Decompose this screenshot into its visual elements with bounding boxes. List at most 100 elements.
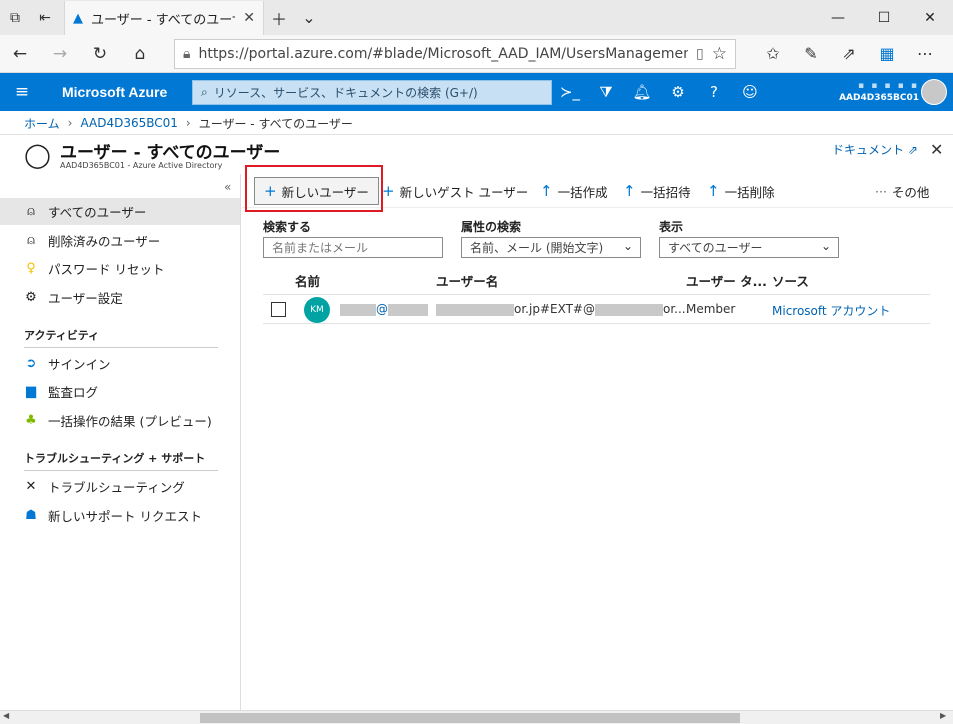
azure-brand[interactable]: Microsoft Azure [44,84,192,100]
url-text: https://portal.azure.com/#blade/Microsof… [198,45,689,62]
help-icon[interactable]: ? [696,83,732,101]
documentation-link[interactable]: ドキュメント ⇗ [832,141,918,158]
refresh-icon[interactable]: ↻ [80,44,120,64]
scroll-right-icon[interactable]: ▶ [940,711,946,720]
audit-log-icon: ▆ [26,384,36,399]
cell-username: or.jp#EXT#@ or.... [436,302,689,316]
favorite-star-icon[interactable]: ☆ [712,44,727,64]
show-label: 表示 [659,220,684,234]
nav-item-label: 一括操作の結果 (プレビュー) [48,414,212,429]
sign-in-icon: ➲ [25,356,37,371]
more-label: その他 [891,184,930,200]
browser-tab[interactable]: ▲ ユーザー - すべてのユーザー - ✕ [64,1,264,35]
nav-item-audit-logs[interactable]: ▆ 監査ログ [0,378,240,405]
nav-item-label: パスワード リセット [48,262,165,277]
nav-item-label: すべてのユーザー [48,205,147,220]
bulk-invite-button[interactable]: ↑ 一括招待 [623,176,691,206]
new-guest-user-button[interactable]: + 新しいゲスト ユーザー [382,176,528,206]
cloud-shell-icon[interactable]: ≻_ [552,83,588,101]
azure-logo-icon: ▲ [73,10,83,26]
external-link-icon: ⇗ [907,143,918,157]
hamburger-menu-icon[interactable]: ≡ [0,82,44,102]
nav-item-password-reset[interactable]: ♀ パスワード リセット [0,255,240,282]
feedback-smiley-icon[interactable]: ☺ [732,83,768,101]
apps-grid-icon[interactable]: ▦ [868,44,906,63]
highlight-box [245,165,383,212]
breadcrumb-tenant[interactable]: AAD4D365BC01 [80,116,177,130]
column-header-username[interactable]: ユーザー名 [436,271,498,290]
nav-group-support: トラブルシューティング + サポート [24,450,218,471]
reading-view-icon[interactable]: ▯ [696,46,704,62]
nav-item-user-settings[interactable]: ⚙ ユーザー設定 [0,284,240,311]
nav-item-all-users[interactable]: ⍝ すべてのユーザー [0,198,240,225]
nav-item-deleted-users[interactable]: ⍝ 削除済みのユーザー [0,227,240,254]
redacted-block [436,303,514,316]
azure-search-placeholder: リソース、サービス、ドキュメントの検索 (G+/) [213,85,478,100]
column-header-name[interactable]: 名前 [295,271,320,290]
tab-close-icon[interactable]: ✕ [243,10,255,26]
home-icon[interactable]: ⌂ [120,44,160,64]
tab-actions-icon[interactable]: ⧉ [0,0,30,35]
username-middle: or.jp#EXT#@ [514,302,595,316]
blade-close-icon[interactable]: ✕ [930,140,943,159]
nav-item-bulk-results[interactable]: ♣ 一括操作の結果 (プレビュー) [0,407,240,434]
bulk-create-button[interactable]: ↑ 一括作成 [540,176,608,206]
user-avatar[interactable] [921,79,947,105]
upload-arrow-icon: ↑ [623,182,636,200]
scroll-left-icon[interactable]: ◀ [3,711,9,720]
notifications-bell-icon[interactable]: 🔔︎ [624,83,660,101]
maximize-icon[interactable]: ☐ [861,0,907,35]
redacted-block [340,303,376,316]
forward-icon[interactable]: → [40,44,80,64]
column-header-source[interactable]: ソース [772,271,809,290]
directory-filter-icon[interactable]: ⧩ [588,83,624,101]
account-info[interactable]: ▪ ▪ ▪ ▪ ▪ AAD4D365BC01 [839,80,919,104]
nav-item-support-request[interactable]: ☗ 新しいサポート リクエスト [0,502,240,529]
account-name-redacted: ▪ ▪ ▪ ▪ ▪ [857,81,919,91]
row-checkbox[interactable] [271,302,286,317]
bulk-create-label: 一括作成 [557,184,608,200]
search-input[interactable]: 名前またはメール [263,237,443,258]
pen-icon[interactable]: ✎ [792,44,830,63]
horizontal-scrollbar[interactable]: ◀ ▶ [0,710,953,724]
back-icon[interactable]: ← [0,44,40,64]
more-button[interactable]: ··· その他 [875,176,929,206]
key-icon: ♀ [26,261,36,276]
new-tab-icon[interactable]: ＋ [264,0,294,35]
tab-list-chevron-icon[interactable]: ⌄ [294,0,324,35]
nav-item-troubleshooting[interactable]: ✕ トラブルシューティング [0,473,240,500]
share-icon[interactable]: ⇗ [830,44,868,63]
azure-search-box[interactable]: ⌕ リソース、サービス、ドキュメントの検索 (G+/) [192,79,552,105]
upload-arrow-icon: ↑ [707,182,720,200]
redacted-block [388,303,428,316]
table-row[interactable]: KM @ or.jp#EXT#@ or.... Member Microsoft … [263,294,930,324]
bulk-delete-button[interactable]: ↑ 一括削除 [707,176,775,206]
search-input-placeholder: 名前またはメール [272,241,369,255]
close-window-icon[interactable]: ✕ [907,0,953,35]
user-row-avatar: KM [304,297,330,323]
window-controls: — ☐ ✕ [815,0,953,35]
column-header-usertype[interactable]: ユーザー タ... [686,271,767,290]
upload-arrow-icon: ↑ [540,182,553,200]
scrollbar-thumb[interactable] [200,713,740,723]
cell-name[interactable]: @ [340,302,428,316]
attribute-search-dropdown[interactable]: 名前、メール (開始文字) ⌄ [461,237,641,258]
minimize-icon[interactable]: — [815,0,861,35]
settings-gear-icon[interactable]: ⚙ [660,83,696,101]
breadcrumb-separator-icon: › [67,116,73,130]
lock-icon: 🔒︎ [183,45,191,62]
more-icon[interactable]: ⋯ [906,44,944,63]
attribute-search-value: 名前、メール (開始文字) [470,241,604,255]
collapse-menu-icon[interactable]: « [224,180,231,194]
favorites-icon[interactable]: ✩ [754,44,792,63]
plus-icon: + [382,182,395,200]
left-menu: « ⍝ すべてのユーザー ⍝ 削除済みのユーザー ♀ パスワード リセット ⚙ … [0,174,241,710]
cell-source[interactable]: Microsoft アカウント [772,302,890,319]
url-field[interactable]: 🔒︎ https://portal.azure.com/#blade/Micro… [174,38,736,69]
show-dropdown[interactable]: すべてのユーザー ⌄ [659,237,839,258]
nav-item-label: 監査ログ [48,385,99,400]
account-tenant: AAD4D365BC01 [839,93,919,103]
set-aside-tabs-icon[interactable]: ⇤ [30,0,60,35]
breadcrumb-home[interactable]: ホーム [24,115,60,132]
nav-item-sign-ins[interactable]: ➲ サインイン [0,350,240,377]
